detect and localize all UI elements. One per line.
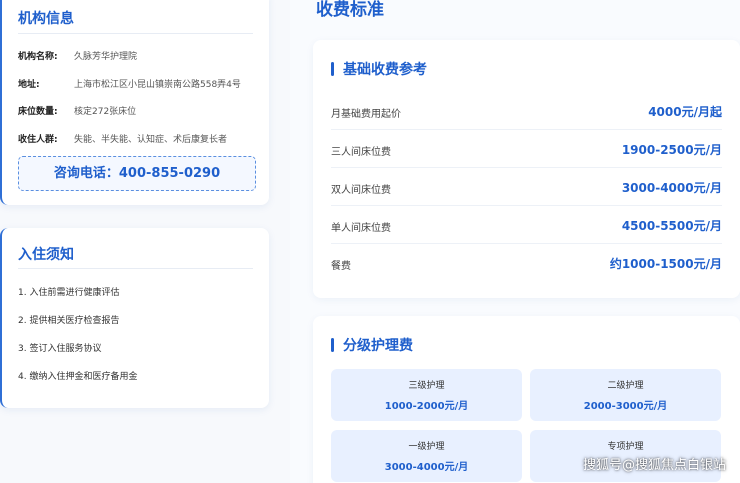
info-value: 失能、半失能、认知症、术后康复长者 — [74, 135, 228, 145]
fee-row: 月基础费用起价 4000元/月起 — [331, 92, 722, 130]
notice-item: 1. 入住前需进行健康评估 — [18, 288, 120, 298]
fee-row: 三人间床位费 1900-2500元/月 — [331, 130, 722, 168]
notice-item: 3. 签订入住服务协议 — [18, 344, 102, 354]
grade-name: 三级护理 — [408, 381, 445, 391]
info-row-residents: 收住人群: 失能、半失能、认知症、术后康复长者 — [18, 132, 227, 145]
fee-price: 4000元/月起 — [648, 105, 722, 119]
grade-box-level2: 二级护理 2000-3000元/月 — [530, 369, 721, 421]
info-value: 核定272张床位 — [74, 107, 137, 117]
info-row-address: 地址: 上海市松江区小昆山镇崇南公路558弄4号 — [18, 77, 241, 90]
info-row-name: 机构名称: 久脉芳华护理院 — [18, 49, 137, 62]
admission-notice-card: 入住须知 1. 入住前需进行健康评估 2. 提供相关医疗检查报告 3. 签订入住… — [0, 228, 269, 408]
fee-name: 月基础费用起价 — [331, 109, 401, 120]
info-label: 收住人群: — [18, 135, 58, 145]
basic-fee-card: 基础收费参考 月基础费用起价 4000元/月起 三人间床位费 1900-2500… — [313, 40, 740, 298]
fee-price: 3000-4000元/月 — [621, 181, 722, 195]
grade-price: 3000-4000元/月 — [384, 462, 469, 473]
grade-box-level3: 三级护理 1000-2000元/月 — [331, 369, 522, 421]
basic-fee-title-text: 基础收费参考 — [343, 62, 427, 78]
divider — [18, 268, 253, 269]
nursing-grade-title: 分级护理费 — [331, 335, 413, 355]
info-row-beds: 床位数量: 核定272张床位 — [18, 104, 136, 117]
fee-name: 餐费 — [331, 261, 351, 272]
grade-name: 一级护理 — [408, 442, 445, 452]
divider — [18, 33, 253, 34]
institution-info-card: 机构信息 机构名称: 久脉芳华护理院 地址: 上海市松江区小昆山镇崇南公路558弄4… — [0, 0, 269, 205]
fee-name: 双人间床位费 — [331, 185, 391, 196]
title-accent-bar — [331, 62, 334, 76]
grade-name: 专项护理 — [607, 442, 644, 452]
info-label: 地址: — [18, 80, 40, 90]
fee-row: 单人间床位费 4500-5500元/月 — [331, 206, 722, 244]
left-panel: 机构信息 机构名称: 久脉芳华护理院 地址: 上海市松江区小昆山镇崇南公路558弄4… — [0, 0, 290, 483]
grade-price: 1000-2000元/月 — [384, 401, 469, 412]
fee-price: 1900-2500元/月 — [621, 143, 722, 157]
info-label: 床位数量: — [18, 107, 58, 117]
grade-name: 二级护理 — [607, 381, 644, 391]
fee-row: 餐费 约1000-1500元/月 — [331, 244, 722, 282]
institution-info-title: 机构信息 — [18, 11, 74, 27]
grade-price: 2000-3000元/月 — [583, 401, 668, 412]
info-value: 上海市松江区小昆山镇崇南公路558弄4号 — [74, 80, 241, 90]
fee-name: 三人间床位费 — [331, 147, 391, 158]
page-title: 收费标准 — [316, 0, 384, 20]
nursing-grade-title-text: 分级护理费 — [343, 338, 413, 354]
notice-item: 2. 提供相关医疗检查报告 — [18, 316, 120, 326]
grade-box-level1: 一级护理 3000-4000元/月 — [331, 430, 522, 482]
fee-price: 4500-5500元/月 — [621, 219, 722, 233]
notice-item: 4. 缴纳入住押金和医疗备用金 — [18, 372, 138, 382]
admission-notice-title: 入住须知 — [18, 247, 74, 263]
title-accent-bar — [331, 338, 334, 352]
fee-name: 单人间床位费 — [331, 223, 391, 234]
fee-row: 双人间床位费 3000-4000元/月 — [331, 168, 722, 206]
info-value: 久脉芳华护理院 — [74, 52, 138, 62]
source-watermark: 搜狐号@搜狐焦点白银站 — [582, 458, 726, 473]
info-label: 机构名称: — [18, 52, 58, 62]
fee-price: 约1000-1500元/月 — [609, 257, 722, 271]
consult-phone-button[interactable]: 咨询电话：400-855-0290 — [18, 156, 256, 191]
basic-fee-title: 基础收费参考 — [331, 59, 427, 79]
